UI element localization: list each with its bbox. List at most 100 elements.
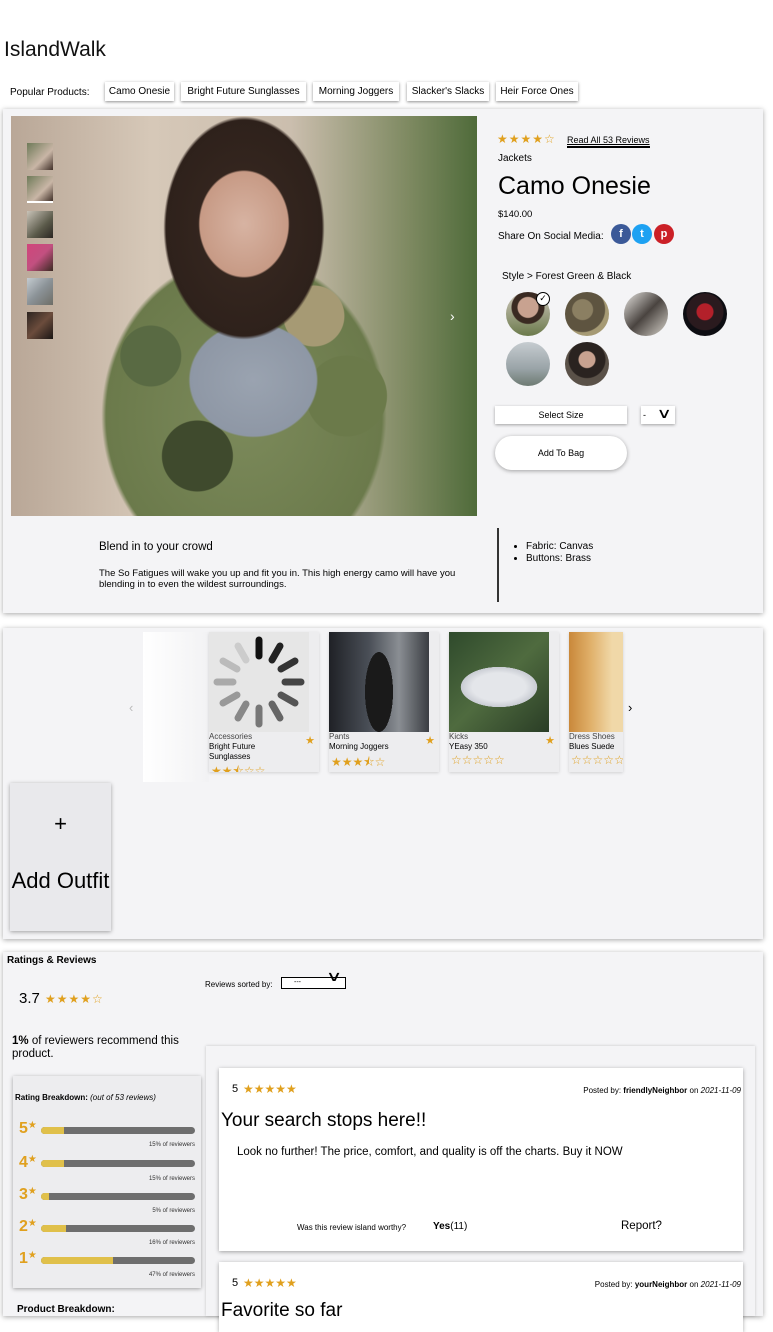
ratings-reviews-title: Ratings & Reviews	[7, 955, 97, 966]
style-swatch-6[interactable]	[565, 342, 609, 386]
thumbnail-3[interactable]	[27, 211, 53, 238]
posted-by-label: Posted by:	[594, 1280, 633, 1289]
selected-check-icon: ✓	[536, 292, 550, 306]
rating-bar	[41, 1225, 195, 1232]
review-helpful-yes[interactable]: Yes(11)	[433, 1221, 467, 1232]
rating-bar	[41, 1257, 195, 1264]
rating-row-label: 2	[19, 1218, 28, 1235]
twitter-icon[interactable]: t	[632, 224, 652, 244]
add-outfit-label: Add Outfit	[11, 868, 110, 893]
breakdown-subtitle: (out of 53 reviews)	[90, 1093, 156, 1102]
style-prefix: Style >	[502, 271, 533, 282]
add-outfit-button[interactable]: + Add Outfit	[10, 783, 111, 931]
product-name: Camo Onesie	[498, 172, 651, 200]
pinterest-icon[interactable]: p	[654, 224, 674, 244]
rating-row-percent: 5% of reviewers	[152, 1208, 195, 1214]
quantity-dropdown[interactable]: - ∨	[641, 405, 675, 424]
related-stars: ★★★⯪☆	[331, 755, 386, 769]
related-stars: ★★⯪☆☆	[211, 764, 266, 772]
related-category: Accessories	[209, 732, 253, 741]
average-stars: ★★★★☆	[45, 992, 104, 1006]
style-swatch-4[interactable]	[683, 292, 727, 336]
product-price: $140.00	[498, 209, 533, 220]
style-swatch-3[interactable]	[624, 292, 668, 336]
facebook-icon[interactable]: f	[611, 224, 631, 244]
average-rating: 3.7	[19, 990, 40, 1007]
feature-item: Fabric: Canvas	[526, 541, 593, 553]
carousel-prev-arrow-icon[interactable]: ‹	[129, 700, 133, 715]
thumbnail-1[interactable]	[27, 143, 53, 170]
product-star-rating: ★★★★☆	[497, 132, 556, 146]
thumbnail-5[interactable]	[27, 278, 53, 305]
main-product-image[interactable]	[11, 116, 477, 516]
review-title: Favorite so far	[221, 1300, 343, 1321]
rating-row-5[interactable]: 5★	[19, 1120, 37, 1138]
breakdown-title: Rating Breakdown:	[15, 1093, 88, 1102]
add-to-outfit-star-icon[interactable]: ★	[305, 734, 315, 747]
popular-chip-sunglasses[interactable]: Bright Future Sunglasses	[181, 82, 306, 101]
popular-chip-heir-force[interactable]: Heir Force Ones	[496, 82, 578, 101]
features-divider	[497, 528, 499, 602]
style-label: Style > Forest Green & Black	[502, 271, 631, 282]
brand-logo[interactable]: IslandWalk	[4, 38, 106, 62]
popular-chip-slacks[interactable]: Slacker's Slacks	[407, 82, 489, 101]
rating-bar-fill	[41, 1225, 66, 1232]
related-card-joggers[interactable]: Pants Morning Joggers ★ ★★★⯪☆	[329, 632, 439, 772]
yes-count: (11)	[450, 1221, 468, 1232]
review-stars: ★★★★★	[243, 1082, 297, 1096]
related-image	[329, 632, 429, 732]
popular-chip-camo-onesie[interactable]: Camo Onesie	[105, 82, 174, 101]
rating-row-percent: 16% of reviewers	[148, 1240, 195, 1246]
review-stars: ★★★★★	[243, 1276, 297, 1290]
style-swatch-2[interactable]	[565, 292, 609, 336]
product-features: Fabric: Canvas Buttons: Brass	[508, 541, 593, 565]
loading-spinner-icon	[209, 632, 309, 732]
related-name: Blues Suede	[569, 742, 615, 751]
select-size-dropdown[interactable]: Select Size	[495, 406, 627, 424]
star-icon: ★	[27, 1250, 37, 1261]
rating-row-label: 1	[19, 1250, 28, 1267]
related-card-sunglasses[interactable]: Accessories Bright Future Sunglasses ★ ★…	[209, 632, 319, 772]
product-description: The So Fatigues will wake you up and fit…	[99, 568, 456, 590]
rating-bar-fill	[41, 1160, 65, 1167]
carousel-next-arrow-icon[interactable]: ›	[628, 700, 632, 715]
thumbnail-2[interactable]	[27, 176, 53, 203]
rating-row-label: 3	[19, 1186, 28, 1203]
review-username: friendlyNeighbor	[623, 1086, 688, 1095]
related-image	[569, 632, 623, 732]
sort-dropdown[interactable]: --- ∨	[281, 969, 346, 989]
add-to-outfit-star-icon[interactable]: ★	[425, 734, 435, 747]
feature-item: Buttons: Brass	[526, 553, 593, 565]
rating-row-label: 4	[19, 1154, 28, 1171]
add-to-outfit-star-icon[interactable]: ★	[545, 734, 555, 747]
rating-bar	[41, 1127, 195, 1134]
review-username: yourNeighbor	[634, 1280, 688, 1289]
related-category: Dress Shoes	[569, 732, 615, 741]
rating-row-4[interactable]: 4★	[19, 1154, 37, 1172]
star-icon: ★	[27, 1186, 37, 1197]
related-card-yeasy[interactable]: Kicks YEasy 350 ★ ☆☆☆☆☆	[449, 632, 559, 772]
next-image-arrow-icon[interactable]: ›	[450, 308, 455, 324]
thumbnail-6[interactable]	[27, 312, 53, 339]
review-helpful-question: Was this review island worthy?	[297, 1223, 407, 1232]
report-review-link[interactable]: Report?	[621, 1220, 662, 1232]
popular-chip-joggers[interactable]: Morning Joggers	[313, 82, 399, 101]
related-card-blues-suede[interactable]: Dress Shoes Blues Suede ☆☆☆☆☆	[569, 632, 623, 772]
add-to-bag-button[interactable]: Add To Bag	[495, 436, 627, 470]
rating-bar-fill	[41, 1127, 65, 1134]
rating-row-2[interactable]: 2★	[19, 1218, 37, 1236]
plus-icon: +	[54, 811, 67, 836]
rating-row-percent: 47% of reviewers	[148, 1272, 195, 1278]
style-name: Forest Green & Black	[535, 271, 632, 282]
review-card: 5 ★★★★★ Posted by: yourNeighbor on 2021-…	[219, 1262, 743, 1332]
rating-row-1[interactable]: 1★	[19, 1250, 37, 1268]
rating-row-label: 5	[19, 1120, 28, 1137]
review-title: Your search stops here!!	[221, 1110, 427, 1131]
review-posted-by: Posted by: friendlyNeighbor on 2021-11-0…	[583, 1086, 741, 1095]
read-all-reviews-link[interactable]: Read All 53 Reviews	[567, 135, 650, 148]
posted-on-label: on	[689, 1086, 699, 1095]
quantity-value: -	[643, 410, 646, 420]
thumbnail-4[interactable]	[27, 244, 53, 271]
style-swatch-5[interactable]	[506, 342, 550, 386]
rating-row-3[interactable]: 3★	[19, 1186, 37, 1204]
